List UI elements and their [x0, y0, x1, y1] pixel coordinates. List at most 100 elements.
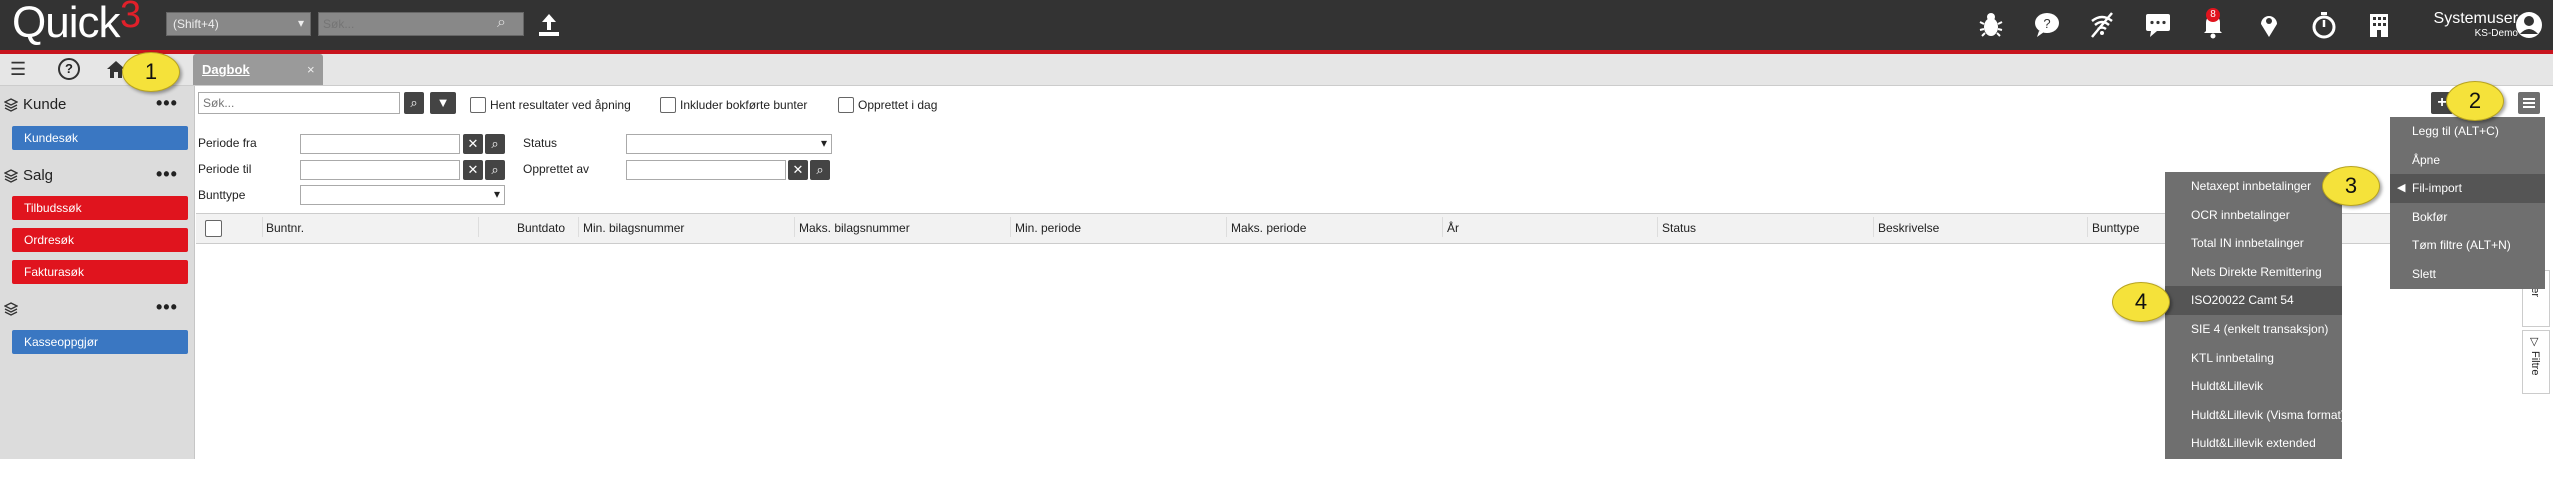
import-item[interactable]: SIE 4 (enkelt transaksjon) [2165, 315, 2346, 344]
layers-icon [3, 169, 19, 186]
column-header[interactable]: Buntdato [517, 221, 565, 235]
column-separator [794, 217, 795, 237]
column-separator [1226, 217, 1227, 237]
menu-toggle-icon[interactable]: ☰ [10, 59, 34, 81]
stopwatch-icon[interactable] [2307, 8, 2341, 42]
shortcut-select-value: (Shift+4) [173, 17, 219, 31]
column-header[interactable]: Buntnr. [266, 221, 304, 235]
user-circle-icon[interactable] [2512, 8, 2546, 42]
search-icon[interactable]: ⌕ [497, 14, 519, 34]
menu-item-legg-til[interactable]: Legg til (ALT+C) [2390, 117, 2545, 146]
sidebar-item-kasseoppgjor[interactable]: Kasseoppgjør [12, 330, 188, 354]
menu-item-tom-filtre[interactable]: Tøm filtre (ALT+N) [2390, 231, 2545, 260]
column-separator [2087, 217, 2088, 237]
filter-icon[interactable]: ▼ [430, 92, 456, 114]
search-icon[interactable]: ⌕ [485, 160, 505, 180]
opprettet-av-input[interactable] [626, 160, 786, 180]
filter-label-opprettet-av: Opprettet av [523, 162, 590, 176]
shortcut-select[interactable]: (Shift+4) ▾ [166, 12, 311, 36]
sidebar-item-kundesok[interactable]: Kundesøk [12, 126, 188, 150]
menu-item-apne[interactable]: Åpne [2390, 146, 2545, 175]
filter-label-bunttype: Bunttype [198, 188, 246, 202]
more-icon[interactable]: ••• [156, 93, 178, 114]
sidebar-item-fakturasok[interactable]: Fakturasøk [12, 260, 188, 284]
column-header[interactable]: Bunttype [2092, 221, 2139, 235]
column-separator [1442, 217, 1443, 237]
menu-item-slett[interactable]: Slett [2390, 260, 2545, 289]
import-item[interactable]: Huldt&Lillevik extended standard [2165, 429, 2346, 479]
hamburger-icon [2523, 98, 2535, 108]
sidebar-group-kunde[interactable]: Kunde [23, 96, 66, 113]
chat-bubble-icon[interactable]: ? [2030, 8, 2064, 42]
bug-icon[interactable] [1974, 8, 2008, 42]
chevron-down-icon: ▾ [820, 136, 827, 150]
location-icon[interactable] [2252, 8, 2286, 42]
no-signal-icon[interactable] [2085, 8, 2119, 42]
import-item[interactable]: KTL innbetaling [2165, 344, 2346, 373]
sidebar-group-salg[interactable]: Salg [23, 167, 53, 184]
building-icon[interactable] [2362, 8, 2396, 42]
filter-label-status: Status [523, 136, 558, 150]
chevron-down-icon: ▾ [297, 16, 304, 30]
column-header[interactable]: Min. periode [1015, 221, 1081, 235]
bunttype-select[interactable]: ▾ [300, 185, 505, 205]
clear-icon[interactable]: ✕ [788, 160, 808, 180]
search-icon[interactable]: ⌕ [404, 92, 424, 114]
message-icon[interactable] [2141, 8, 2175, 42]
upload-icon[interactable] [532, 8, 566, 42]
svg-text:?: ? [2043, 16, 2050, 31]
column-separator [478, 217, 479, 237]
user-name: Systemuser [2433, 10, 2518, 27]
search-input[interactable] [198, 92, 400, 114]
layers-icon [3, 302, 19, 319]
clear-icon[interactable]: ✕ [463, 134, 483, 154]
notification-badge: 8 [2206, 8, 2220, 22]
column-header[interactable]: År [1447, 221, 1459, 235]
column-header[interactable]: Maks. periode [1231, 221, 1306, 235]
column-header[interactable]: Status [1662, 221, 1696, 235]
import-item-iso20022[interactable]: ISO20022 Camt 54 [2165, 286, 2342, 315]
column-header[interactable]: Min. bilagsnummer [583, 221, 684, 235]
sidebar-item-tilbudssok[interactable]: Tilbudssøk [12, 196, 188, 220]
column-separator [1657, 217, 1658, 237]
more-icon[interactable]: ••• [156, 164, 178, 185]
more-icon[interactable]: ••• [156, 297, 178, 318]
tab-label: Dagbok [202, 62, 250, 77]
import-item[interactable]: Huldt&Lillevik [2165, 372, 2346, 401]
top-search-input[interactable] [318, 12, 524, 36]
layers-icon [3, 98, 19, 115]
filters-side-tab-label: Filtre [2529, 351, 2541, 376]
select-all-checkbox[interactable] [205, 220, 222, 237]
checkbox-hent-resultater[interactable] [470, 97, 486, 113]
search-icon[interactable]: ⌕ [810, 160, 830, 180]
column-header[interactable]: Maks. bilagsnummer [799, 221, 910, 235]
status-select[interactable]: ▾ [626, 134, 832, 154]
callout-badge: 1 [122, 52, 180, 92]
checkbox-inkluder-bokforte[interactable] [660, 97, 676, 113]
chevron-left-icon: ◀ [2397, 182, 2406, 194]
menu-item-fil-import[interactable]: Fil-import [2390, 174, 2545, 203]
clear-icon[interactable]: ✕ [463, 160, 483, 180]
app-logo[interactable]: Quick [12, 0, 120, 48]
import-item[interactable]: Huldt&Lillevik (Visma format) [2165, 401, 2346, 430]
periode-fra-input[interactable] [300, 134, 460, 154]
menu-button[interactable] [2518, 92, 2540, 114]
filters-side-tab[interactable]: ▽ Filtre [2522, 330, 2550, 394]
checkbox-opprettet-i-dag[interactable] [838, 97, 854, 113]
column-header[interactable]: Beskrivelse [1878, 221, 1939, 235]
import-item[interactable]: OCR innbetalinger [2165, 201, 2346, 230]
help-icon[interactable]: ? [58, 58, 80, 80]
filter-label-periode-til: Periode til [198, 162, 252, 176]
company-name: KS-Demo [2474, 28, 2518, 39]
import-item[interactable]: Netaxept innbetalinger [2165, 172, 2346, 201]
sidebar-item-ordresok[interactable]: Ordresøk [12, 228, 188, 252]
tab-close-icon[interactable]: × [307, 62, 315, 77]
menu-item-bokfor[interactable]: Bokfør [2390, 203, 2545, 232]
checkbox-label: Opprettet i dag [858, 98, 938, 112]
app-logo-superscript: 3 [120, 0, 142, 36]
column-separator [578, 217, 579, 237]
periode-til-input[interactable] [300, 160, 460, 180]
search-icon[interactable]: ⌕ [485, 134, 505, 154]
import-item[interactable]: Nets Direkte Remittering [2165, 258, 2346, 287]
import-item[interactable]: Total IN innbetalinger [2165, 229, 2346, 258]
